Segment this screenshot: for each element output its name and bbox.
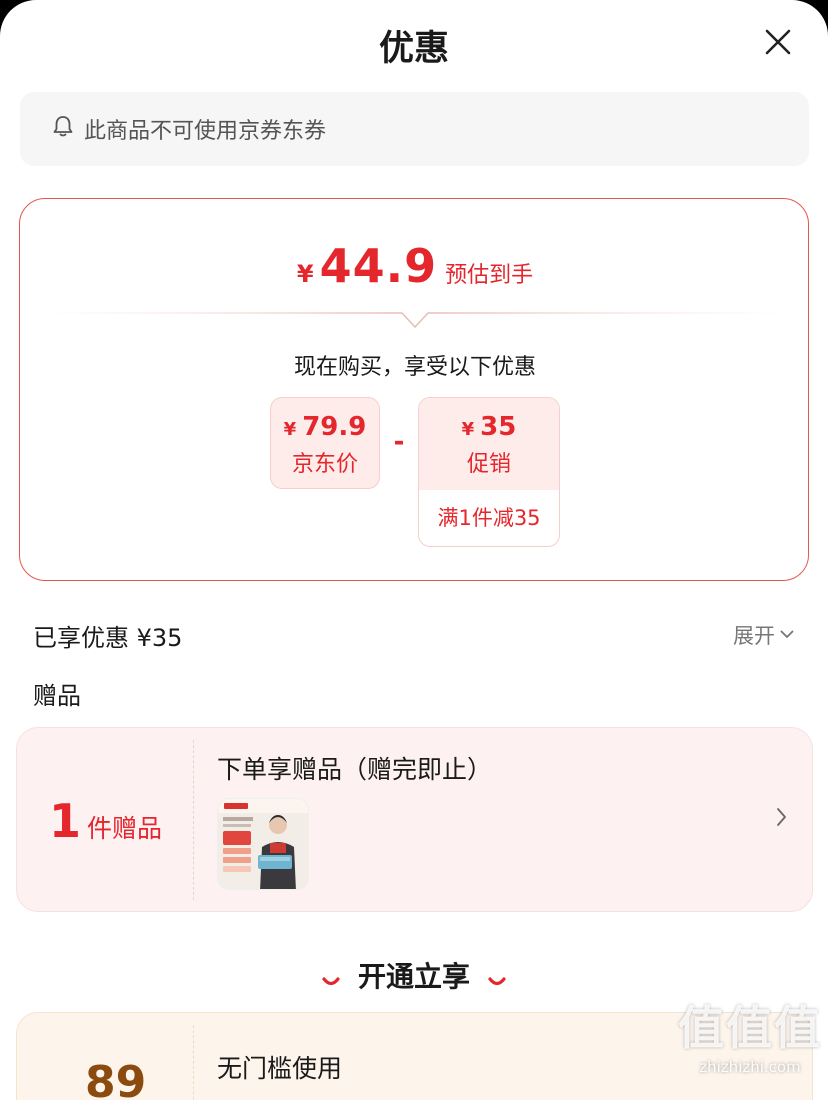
jd-price-box: ¥79.9 京东价 (270, 397, 380, 489)
promo-rule: 满1件减35 (437, 506, 541, 530)
promo-amount: 35 (480, 412, 517, 442)
estimated-price: ¥44.9 预估到手 (20, 239, 810, 293)
gift-card[interactable]: 1 件赠品 下单享赠品（赠完即止） (16, 727, 813, 912)
smile-left-icon (322, 962, 340, 995)
bell-icon (50, 113, 84, 145)
gift-divider (193, 740, 194, 900)
card-divider (44, 312, 786, 329)
promo-box: ¥35 促销 满1件减35 (418, 397, 560, 547)
promo-currency: ¥ (461, 419, 475, 440)
gift-title: 下单享赠品（赠完即止） (217, 755, 493, 784)
open-heading-text: 开通立享 (357, 960, 470, 993)
jd-currency: ¥ (283, 419, 297, 440)
close-icon[interactable] (760, 24, 796, 60)
jd-price-label: 京东价 (291, 452, 358, 477)
final-amount: 44.9 (319, 239, 438, 293)
gift-thumbnail[interactable] (217, 798, 309, 890)
expand-label: 展开 (733, 624, 775, 648)
price-breakdown-card: ¥44.9 预估到手 现在购买，享受以下优惠 ¥79.9 京东价 - ¥35 促销 (19, 198, 809, 581)
watermark-site: zhizhizhi.com (699, 1058, 801, 1076)
chevron-down-icon (775, 623, 795, 647)
coupon-title: 无门槛使用 (217, 1054, 343, 1083)
final-label: 预估到手 (445, 263, 534, 288)
promo-label: 促销 (466, 452, 511, 477)
enjoyed-discount: 已享优惠 ¥35 (33, 624, 183, 652)
sheet-title: 优惠 (378, 29, 449, 69)
coupon-amount: 89 (85, 1057, 147, 1100)
coupon-notice: 此商品不可使用京券东券 (20, 92, 809, 166)
final-currency: ¥ (296, 260, 314, 288)
discount-sheet: 优惠 此商品不可使用京券东券 ¥44.9 预估到手 现在购买，享受以下优惠 ¥ … (0, 0, 828, 1100)
chevron-right-icon[interactable] (775, 806, 789, 832)
site-watermark: 值值值 zhizhizhi.com (672, 992, 828, 1078)
gift-count-unit: 件赠品 (87, 814, 163, 843)
expand-button[interactable]: 展开 (733, 620, 795, 650)
sheet-header: 优惠 (0, 0, 828, 88)
jd-price-amount: 79.9 (302, 412, 367, 442)
gift-count: 1 件赠品 (49, 794, 162, 848)
buy-now-subtitle: 现在购买，享受以下优惠 (293, 355, 536, 380)
notice-text: 此商品不可使用京券东券 (84, 119, 327, 144)
watermark-logo: 值值值 (678, 1001, 822, 1055)
smile-right-icon (488, 962, 506, 995)
coupon-divider (193, 1025, 194, 1100)
minus-sign: - (393, 427, 405, 457)
gift-heading: 赠品 (33, 682, 81, 710)
gift-count-number: 1 (49, 794, 82, 848)
open-membership-heading: 开通立享 (0, 955, 828, 995)
